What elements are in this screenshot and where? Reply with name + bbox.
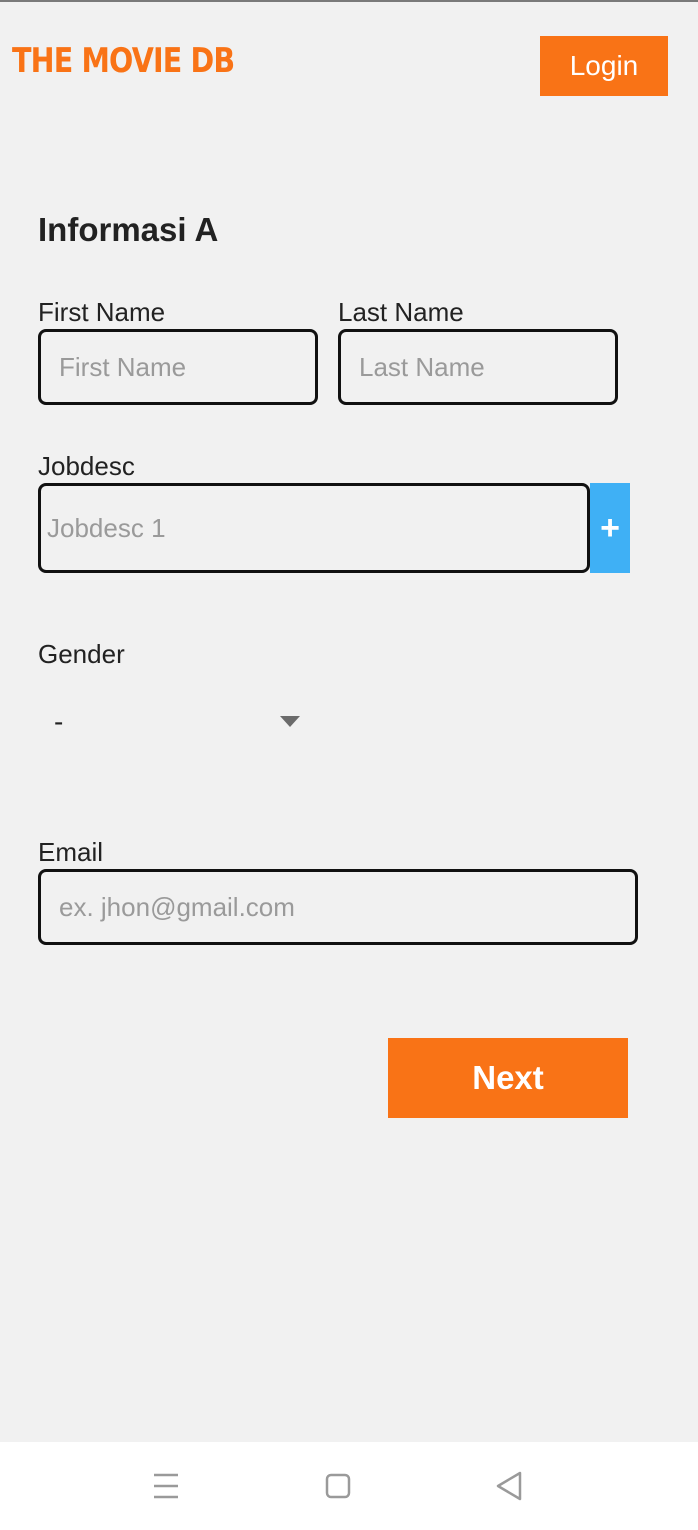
- first-name-input[interactable]: [38, 329, 318, 405]
- last-name-input[interactable]: [338, 329, 618, 405]
- first-name-label: First Name: [38, 297, 166, 327]
- last-name-label: Last Name: [338, 297, 464, 327]
- gender-selected-value: -: [54, 706, 64, 737]
- dropdown-arrow-icon: [280, 716, 300, 727]
- next-button[interactable]: Next: [388, 1038, 628, 1118]
- gender-select[interactable]: -: [38, 694, 308, 750]
- status-divider: [0, 0, 698, 2]
- login-button[interactable]: Login: [540, 36, 668, 96]
- jobdesc-label: Jobdesc: [38, 451, 135, 481]
- email-label: Email: [38, 837, 104, 867]
- email-input[interactable]: [38, 869, 638, 945]
- jobdesc-input[interactable]: [38, 483, 590, 573]
- gender-label: Gender: [38, 639, 125, 669]
- app-logo: THE MOVIE DB: [12, 41, 235, 81]
- back-triangle-icon[interactable]: [490, 1466, 530, 1506]
- add-jobdesc-button[interactable]: +: [590, 483, 630, 573]
- section-title: Informasi A: [38, 211, 219, 248]
- home-square-icon[interactable]: [318, 1466, 358, 1506]
- system-navigation-bar: [0, 1442, 698, 1530]
- menu-icon[interactable]: [146, 1466, 186, 1506]
